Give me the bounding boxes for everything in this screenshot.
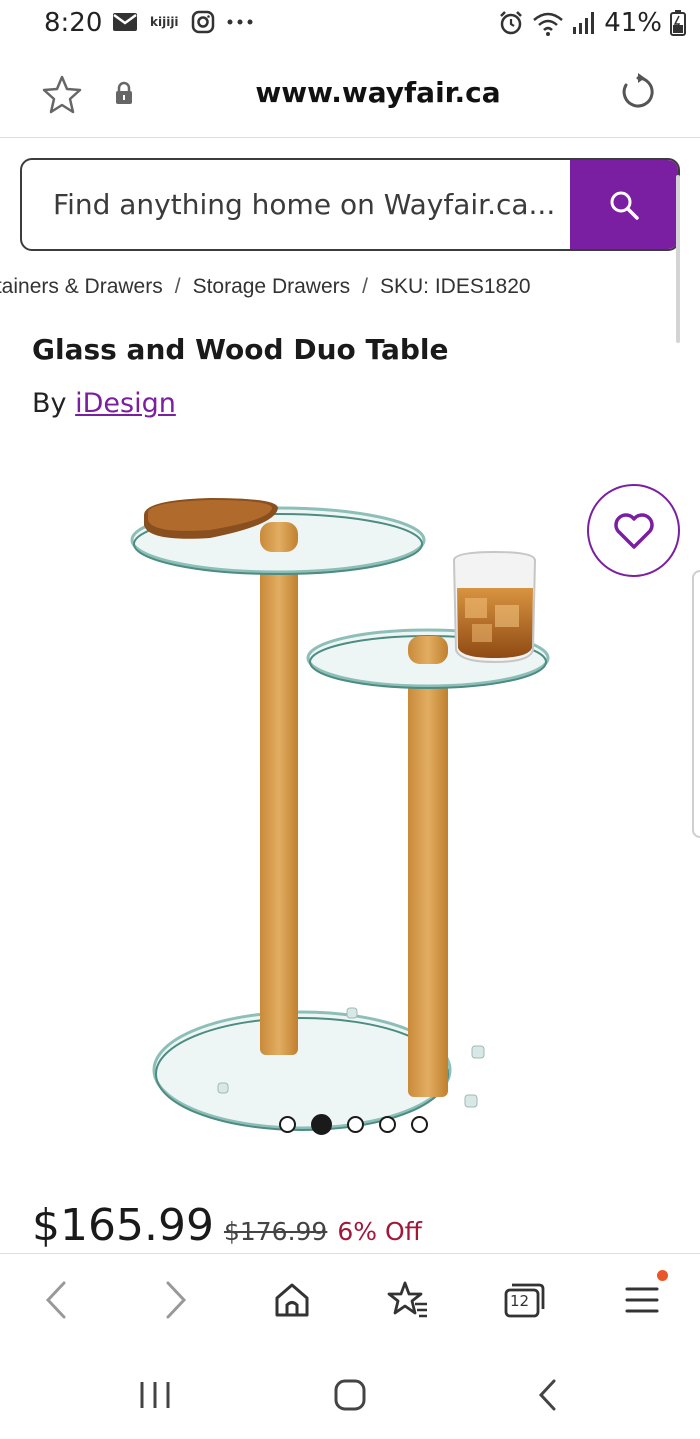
hamburger-menu-icon (625, 1287, 659, 1313)
carousel-dot-active[interactable] (311, 1114, 332, 1135)
status-right-icons: 41% (498, 8, 686, 38)
product-title: Glass and Wood Duo Table (32, 333, 449, 366)
back-button[interactable] (34, 1278, 78, 1322)
carousel-dot[interactable] (279, 1116, 296, 1133)
chevron-left-icon (45, 1281, 66, 1319)
breadcrumb: ıtainers & Drawers / Storage Drawers / SKU: … (0, 275, 680, 299)
home-system-icon[interactable] (333, 1378, 367, 1412)
favorite-button[interactable] (587, 484, 680, 577)
search-icon (610, 191, 639, 220)
side-scroll-handle[interactable] (692, 570, 700, 838)
product-image[interactable] (100, 470, 600, 1150)
forward-button[interactable] (154, 1278, 198, 1322)
status-bar: 8:20 kijiji 41% (0, 0, 700, 50)
recent-apps-icon[interactable] (138, 1380, 172, 1410)
chevron-right-icon (166, 1281, 187, 1319)
breadcrumb-item[interactable]: ıtainers & Drawers (0, 275, 163, 299)
tabs-button[interactable]: 12 (502, 1278, 546, 1322)
scroll-indicator (676, 175, 680, 343)
breadcrumb-item[interactable]: Storage Drawers (193, 275, 351, 299)
home-button[interactable] (270, 1278, 314, 1322)
search-button[interactable] (570, 160, 678, 249)
brand-line: By iDesign (32, 388, 176, 419)
search-box (20, 158, 680, 251)
instagram-icon (191, 10, 214, 34)
breadcrumb-sku: SKU: IDES1820 (379, 275, 531, 298)
heart-icon (613, 512, 654, 549)
browser-toolbar: 12 (0, 1253, 700, 1345)
bookmarks-star-icon (387, 1281, 427, 1318)
image-carousel-dots (279, 1114, 428, 1135)
tab-count: 12 (510, 1292, 530, 1310)
more-dots-icon (227, 19, 253, 25)
menu-notification-dot (657, 1270, 668, 1281)
home-icon (275, 1283, 309, 1317)
price-discount: 6% Off (337, 1217, 422, 1246)
system-nav-bar (0, 1345, 700, 1439)
wifi-icon (533, 12, 564, 36)
brand-prefix: By (32, 388, 67, 419)
bookmarks-button[interactable] (386, 1278, 430, 1322)
price-current: $165.99 (32, 1200, 214, 1251)
kijiji-icon: kijiji (150, 15, 179, 29)
carousel-dot[interactable] (379, 1116, 396, 1133)
mail-icon (113, 13, 137, 31)
breadcrumb-separator: / (362, 275, 368, 298)
back-system-icon[interactable] (536, 1378, 558, 1412)
price-row: $165.99 $176.99 6% Off (32, 1200, 422, 1251)
browser-url-bar: www.wayfair.ca (0, 50, 700, 138)
search-input[interactable] (22, 160, 572, 249)
url-text[interactable]: www.wayfair.ca (0, 76, 700, 109)
battery-percent: 41% (604, 8, 662, 38)
price-original: $176.99 (223, 1217, 328, 1246)
brand-link[interactable]: iDesign (75, 388, 176, 419)
signal-icon (573, 12, 595, 34)
menu-button[interactable] (620, 1278, 664, 1322)
battery-icon (670, 10, 686, 36)
carousel-dot[interactable] (347, 1116, 364, 1133)
status-time: 8:20 (44, 8, 103, 38)
reload-icon[interactable] (618, 72, 658, 112)
carousel-dot[interactable] (411, 1116, 428, 1133)
breadcrumb-separator: / (174, 275, 181, 298)
alarm-icon (500, 11, 523, 35)
status-left-icons: kijiji (112, 10, 253, 34)
